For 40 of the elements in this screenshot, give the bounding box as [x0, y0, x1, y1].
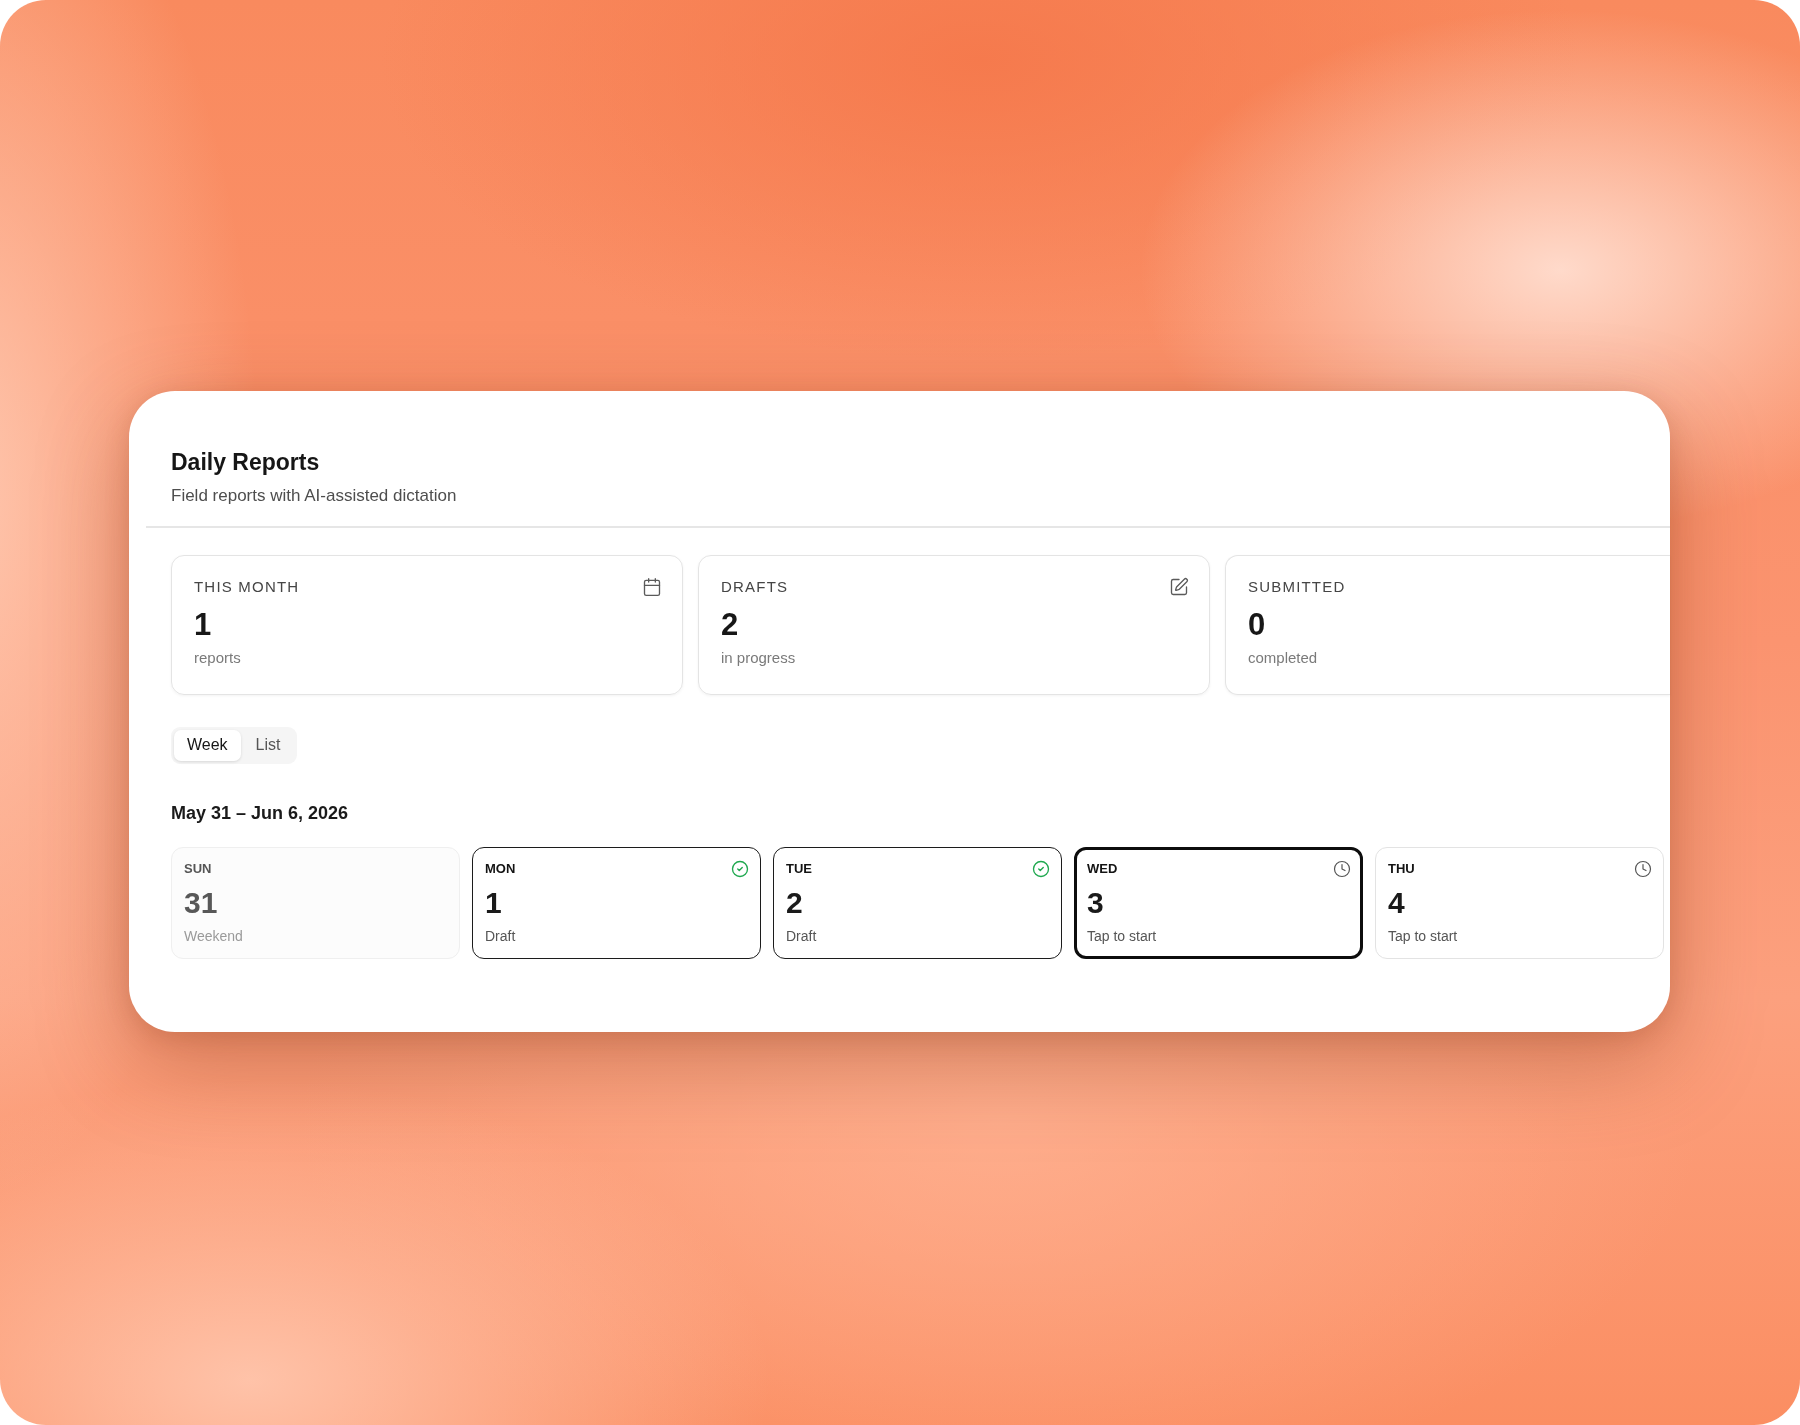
stat-label: SUBMITTED: [1248, 578, 1346, 595]
day-name: THU: [1388, 861, 1415, 876]
day-status: Tap to start: [1087, 927, 1158, 944]
stat-label: THIS MONTH: [194, 578, 300, 595]
page-subtitle: Field reports with AI-assisted dictation: [171, 485, 458, 507]
day-number: 31: [184, 884, 219, 921]
stat-caption: in progress: [721, 648, 797, 666]
stat-value: 2: [721, 606, 740, 643]
day-number: 3: [1087, 884, 1105, 921]
pencil-square-icon: [1169, 576, 1189, 597]
day-card[interactable]: THU 4 Tap to start: [1375, 846, 1664, 959]
view-tab[interactable]: Week: [174, 729, 241, 761]
clock-icon: [1333, 859, 1351, 878]
day-status: Draft: [485, 927, 517, 944]
check-circle-icon: [731, 859, 749, 878]
stat-caption: completed: [1248, 648, 1319, 666]
day-number: 2: [786, 884, 804, 921]
day-number: 4: [1388, 884, 1406, 921]
day-status: Weekend: [184, 927, 244, 944]
stat-value: 1: [194, 606, 213, 643]
stat-label: DRAFTS: [721, 578, 789, 595]
day-name: SUN: [184, 861, 212, 876]
week-range: May 31 – Jun 6, 2026: [171, 801, 350, 824]
day-card[interactable]: SUN 31 Weekend: [171, 846, 460, 959]
day-status: Tap to start: [1388, 927, 1459, 944]
day-name: WED: [1087, 861, 1118, 876]
day-card[interactable]: MON 1 Draft: [472, 846, 761, 959]
day-card[interactable]: WED 3 Tap to start: [1074, 846, 1363, 959]
view-tab[interactable]: List: [242, 729, 294, 761]
clock-icon: [1634, 859, 1652, 878]
day-status: Draft: [786, 927, 818, 944]
check-circle-icon: [1032, 859, 1050, 878]
calendar-icon: [642, 576, 662, 597]
stat-caption: reports: [194, 648, 242, 666]
day-name: TUE: [786, 861, 812, 876]
day-card[interactable]: TUE 2 Draft: [773, 846, 1062, 959]
day-number: 1: [485, 884, 503, 921]
page-title: Daily Reports: [171, 448, 321, 476]
day-name: MON: [485, 861, 516, 876]
stat-value: 0: [1248, 606, 1267, 643]
